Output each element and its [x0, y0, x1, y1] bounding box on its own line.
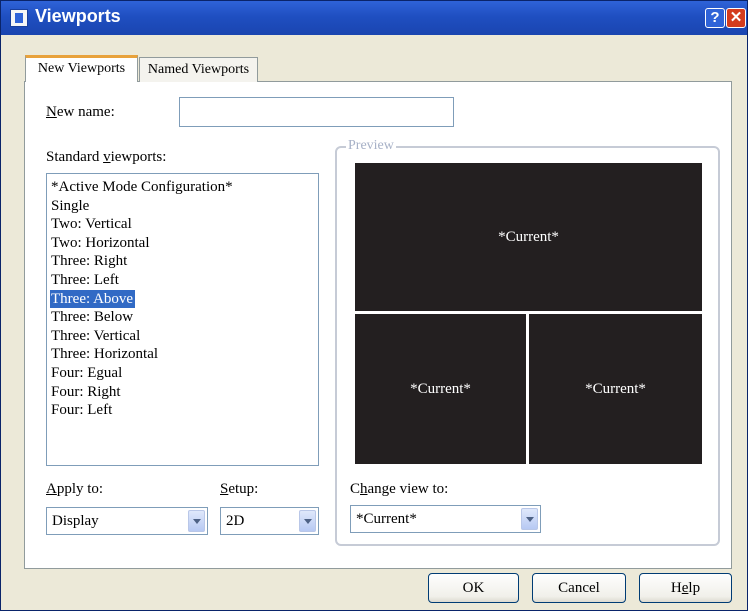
preview-pane-top[interactable]: *Current*	[355, 163, 702, 311]
apply-to-select[interactable]: Display	[46, 507, 208, 535]
new-name-input[interactable]	[179, 97, 454, 127]
window-title: Viewports	[35, 6, 121, 26]
viewport-option[interactable]: Three: Horizontal	[50, 346, 158, 362]
chevron-down-icon[interactable]	[521, 508, 538, 530]
viewport-option[interactable]: Four: Right	[50, 384, 121, 400]
apply-to-label: Apply to:	[46, 481, 104, 497]
cancel-button[interactable]: Cancel	[532, 573, 626, 603]
help-button[interactable]: Help	[639, 573, 732, 603]
change-view-value: *Current*	[356, 511, 417, 527]
viewport-option[interactable]: Single	[50, 198, 89, 214]
preview-pane-bottom-left[interactable]: *Current*	[355, 314, 526, 464]
new-name-label: New name:	[46, 104, 115, 120]
apply-to-value: Display	[52, 513, 99, 529]
standard-viewports-label: Standard viewports:	[46, 149, 167, 165]
viewport-option[interactable]: Four: Egual	[50, 365, 122, 381]
viewports-dialog: Viewports ? ✕ New Viewports Named Viewpo…	[0, 0, 748, 611]
setup-select[interactable]: 2D	[220, 507, 319, 535]
setup-value: 2D	[226, 513, 245, 529]
title-bar[interactable]: Viewports ? ✕	[1, 1, 747, 35]
app-icon	[10, 9, 28, 27]
preview-legend: Preview	[346, 138, 396, 154]
close-icon[interactable]: ✕	[726, 8, 746, 28]
change-view-label: Change view to:	[350, 481, 449, 497]
viewport-option[interactable]: Four: Left	[50, 402, 112, 418]
preview-pane-bottom-right[interactable]: *Current*	[529, 314, 702, 464]
standard-viewports-list[interactable]: *Active Mode Configuration* Single Two: Ve…	[46, 173, 319, 466]
viewport-option[interactable]: *Active Mode Configuration*	[50, 179, 233, 195]
viewport-option[interactable]: Three: Below	[50, 309, 133, 325]
setup-label: Setup:	[220, 481, 259, 497]
change-view-select[interactable]: *Current*	[350, 505, 541, 533]
ok-button[interactable]: OK	[428, 573, 519, 603]
tab-named-viewports[interactable]: Named Viewports	[139, 57, 258, 82]
help-icon[interactable]: ?	[705, 8, 725, 28]
viewport-option[interactable]: Three: Left	[50, 272, 119, 288]
viewport-option[interactable]: Three: Above	[50, 289, 136, 309]
viewport-option[interactable]: Two: Vertical	[50, 216, 132, 232]
chevron-down-icon[interactable]	[188, 510, 205, 532]
chevron-down-icon[interactable]	[299, 510, 316, 532]
viewport-option[interactable]: Two: Horizontal	[50, 235, 150, 251]
viewport-option[interactable]: Three: Right	[50, 253, 127, 269]
preview-canvas: *Current* *Current* *Current*	[353, 161, 704, 466]
tab-new-viewports[interactable]: New Viewports	[25, 55, 138, 82]
viewport-option[interactable]: Three: Vertical	[50, 328, 140, 344]
